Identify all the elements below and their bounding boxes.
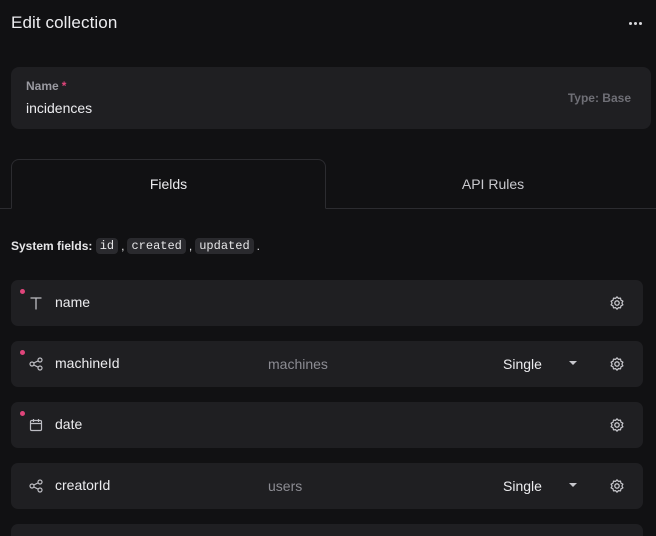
required-dot [20,411,25,416]
collection-type-hint: Type: Base [567,91,631,105]
relation-collection: users [268,478,303,494]
system-fields: System fields: id , created , updated . [11,238,260,254]
gear-icon[interactable] [609,417,625,433]
required-dot [20,350,25,355]
field-name-input[interactable] [55,294,235,310]
relation-icon [28,478,44,494]
system-field-id: id [95,238,119,254]
field-row [11,402,643,448]
gear-icon[interactable] [609,356,625,372]
required-mark: * [61,79,67,93]
collection-name-card: Name* Type: Base [11,67,651,129]
field-name-input[interactable] [55,477,235,493]
more-options-icon[interactable] [624,12,646,34]
field-row: machines Single [11,341,643,387]
gear-icon[interactable] [609,295,625,311]
collection-name-input[interactable] [26,100,426,116]
required-dot [20,289,25,294]
field-name-input[interactable] [55,416,235,432]
gear-icon[interactable] [609,478,625,494]
field-row [11,280,643,326]
calendar-icon [28,417,44,433]
relation-mode-select[interactable]: Single [503,356,542,372]
field-row: users Single [11,463,643,509]
relation-mode-select[interactable]: Single [503,478,542,494]
tab-fields[interactable]: Fields [11,159,326,209]
relation-collection: machines [268,356,328,372]
header: Edit collection [11,10,646,36]
field-name-input[interactable] [55,355,235,371]
page-title: Edit collection [11,13,118,32]
tabs: Fields API Rules [0,159,656,209]
tab-api-rules[interactable]: API Rules [330,159,656,209]
relation-icon [28,356,44,372]
system-field-created: created [127,238,186,254]
chevron-down-icon[interactable] [569,483,577,487]
system-fields-label: System fields: [11,239,93,253]
chevron-down-icon[interactable] [569,361,577,365]
text-icon [28,295,44,311]
system-field-updated: updated [195,238,254,254]
field-row-partial [11,524,643,536]
name-field-label: Name * [26,79,67,93]
